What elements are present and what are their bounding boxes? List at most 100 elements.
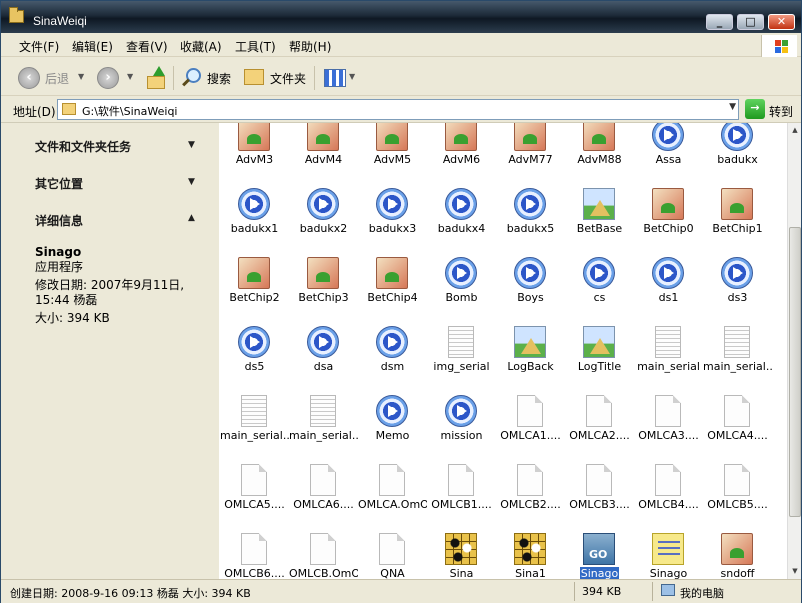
file-item[interactable]: OMLCB6.... bbox=[220, 533, 289, 579]
file-name[interactable]: OMLCA2.... bbox=[565, 429, 634, 442]
image-icon[interactable] bbox=[514, 326, 546, 358]
document-lines-icon[interactable] bbox=[241, 395, 267, 427]
image-icon[interactable] bbox=[583, 188, 615, 220]
file-item[interactable]: OMLCB.OmO bbox=[289, 533, 358, 579]
file-name[interactable]: main_serial... bbox=[703, 360, 772, 373]
file-name[interactable]: BetChip3 bbox=[289, 291, 358, 304]
up-folder-icon[interactable] bbox=[146, 66, 168, 90]
media-icon[interactable] bbox=[445, 188, 477, 220]
go-arrow-icon[interactable]: → bbox=[745, 99, 765, 119]
file-item[interactable]: OMLCA4.... bbox=[703, 395, 772, 464]
file-name[interactable]: OMLCB2.... bbox=[496, 498, 565, 511]
media-icon[interactable] bbox=[307, 326, 339, 358]
file-name[interactable]: AdvM88 bbox=[565, 153, 634, 166]
vertical-scrollbar[interactable]: ▲ ▼ bbox=[787, 123, 801, 579]
back-button-label[interactable]: 后退 bbox=[45, 70, 69, 87]
media-icon[interactable] bbox=[652, 123, 684, 151]
file-item[interactable]: main_serial... bbox=[220, 395, 289, 464]
details-heading[interactable]: 详细信息 bbox=[35, 212, 83, 229]
file-item[interactable]: AdvM88 bbox=[565, 123, 634, 188]
document-icon[interactable] bbox=[724, 395, 750, 427]
media-icon[interactable] bbox=[583, 257, 615, 289]
file-item[interactable]: sndoff bbox=[703, 533, 772, 579]
address-value[interactable]: G:\软件\SinaWeiqi bbox=[82, 103, 178, 119]
go-board-icon[interactable] bbox=[514, 533, 546, 565]
document-icon[interactable] bbox=[517, 395, 543, 427]
file-name[interactable]: badukx3 bbox=[358, 222, 427, 235]
paint-icon[interactable] bbox=[238, 123, 270, 151]
file-name[interactable]: OMLCB1.... bbox=[427, 498, 496, 511]
menu-view[interactable]: 查看(V) bbox=[126, 38, 168, 55]
expand-chevron-icon[interactable]: ▼ bbox=[188, 177, 195, 187]
paint-icon[interactable] bbox=[721, 188, 753, 220]
file-name[interactable]: cs bbox=[565, 291, 634, 304]
document-lines-icon[interactable] bbox=[655, 326, 681, 358]
file-item[interactable]: LogTitle bbox=[565, 326, 634, 395]
file-item[interactable]: BetChip3 bbox=[289, 257, 358, 326]
paint-icon[interactable] bbox=[445, 123, 477, 151]
file-name[interactable]: OMLCA5.... bbox=[220, 498, 289, 511]
file-item[interactable]: badukx1 bbox=[220, 188, 289, 257]
file-name[interactable]: OMLCA4.... bbox=[703, 429, 772, 442]
paint-icon[interactable] bbox=[721, 533, 753, 565]
file-name[interactable]: BetChip0 bbox=[634, 222, 703, 235]
document-icon[interactable] bbox=[310, 464, 336, 496]
address-dropdown-icon[interactable]: ▼ bbox=[729, 102, 736, 112]
file-name[interactable]: main_serial... bbox=[289, 429, 358, 442]
file-name[interactable]: OMLCA1.... bbox=[496, 429, 565, 442]
maximize-button[interactable]: □ bbox=[737, 14, 764, 30]
file-item[interactable]: OMLCA6.... bbox=[289, 464, 358, 533]
file-item[interactable]: dsm bbox=[358, 326, 427, 395]
media-icon[interactable] bbox=[721, 123, 753, 151]
file-name[interactable]: OMLCB6.... bbox=[220, 567, 289, 579]
paint-icon[interactable] bbox=[307, 123, 339, 151]
file-item[interactable]: Sina1 bbox=[496, 533, 565, 579]
media-icon[interactable] bbox=[238, 326, 270, 358]
file-name[interactable]: ds1 bbox=[634, 291, 703, 304]
yellow-image-icon[interactable] bbox=[652, 533, 684, 565]
file-item[interactable]: badukx bbox=[703, 123, 772, 188]
file-item[interactable]: AdvM4 bbox=[289, 123, 358, 188]
file-name[interactable]: Memo bbox=[358, 429, 427, 442]
file-item[interactable]: badukx3 bbox=[358, 188, 427, 257]
file-name[interactable]: BetChip2 bbox=[220, 291, 289, 304]
media-icon[interactable] bbox=[514, 188, 546, 220]
paint-icon[interactable] bbox=[376, 257, 408, 289]
file-item[interactable]: main_serial... bbox=[703, 326, 772, 395]
file-name[interactable]: badukx2 bbox=[289, 222, 358, 235]
file-item[interactable]: ds3 bbox=[703, 257, 772, 326]
file-name[interactable]: ds3 bbox=[703, 291, 772, 304]
file-item[interactable]: Sina bbox=[427, 533, 496, 579]
file-item[interactable]: OMLCA2.... bbox=[565, 395, 634, 464]
paint-icon[interactable] bbox=[238, 257, 270, 289]
folders-icon[interactable] bbox=[244, 69, 264, 85]
document-lines-icon[interactable] bbox=[448, 326, 474, 358]
go-board-icon[interactable] bbox=[445, 533, 477, 565]
title-bar[interactable]: SinaWeiqi _ □ ✕ bbox=[1, 1, 801, 33]
minimize-button[interactable]: _ bbox=[706, 14, 733, 30]
media-icon[interactable] bbox=[514, 257, 546, 289]
file-item[interactable]: LogBack bbox=[496, 326, 565, 395]
file-item[interactable]: main_serial bbox=[634, 326, 703, 395]
file-name[interactable]: Sina1 bbox=[496, 567, 565, 579]
file-name[interactable]: BetChip1 bbox=[703, 222, 772, 235]
close-button[interactable]: ✕ bbox=[768, 14, 795, 30]
file-name[interactable]: sndoff bbox=[703, 567, 772, 579]
document-icon[interactable] bbox=[379, 464, 405, 496]
forward-arrow-icon[interactable]: › bbox=[97, 67, 119, 89]
file-item[interactable]: QNA bbox=[358, 533, 427, 579]
file-name[interactable]: badukx1 bbox=[220, 222, 289, 235]
document-icon[interactable] bbox=[241, 464, 267, 496]
file-name[interactable]: main_serial bbox=[634, 360, 703, 373]
folders-button-label[interactable]: 文件夹 bbox=[270, 70, 306, 87]
file-name[interactable]: OMLCB3.... bbox=[565, 498, 634, 511]
file-item[interactable]: BetChip0 bbox=[634, 188, 703, 257]
file-item[interactable]: badukx4 bbox=[427, 188, 496, 257]
scroll-up-icon[interactable]: ▲ bbox=[789, 123, 801, 137]
file-name[interactable]: img_serial bbox=[427, 360, 496, 373]
file-name[interactable]: AdvM4 bbox=[289, 153, 358, 166]
menu-tools[interactable]: 工具(T) bbox=[235, 38, 276, 55]
file-name[interactable]: AdvM6 bbox=[427, 153, 496, 166]
document-icon[interactable] bbox=[448, 464, 474, 496]
file-name[interactable]: OMLCB.OmO bbox=[289, 567, 358, 579]
